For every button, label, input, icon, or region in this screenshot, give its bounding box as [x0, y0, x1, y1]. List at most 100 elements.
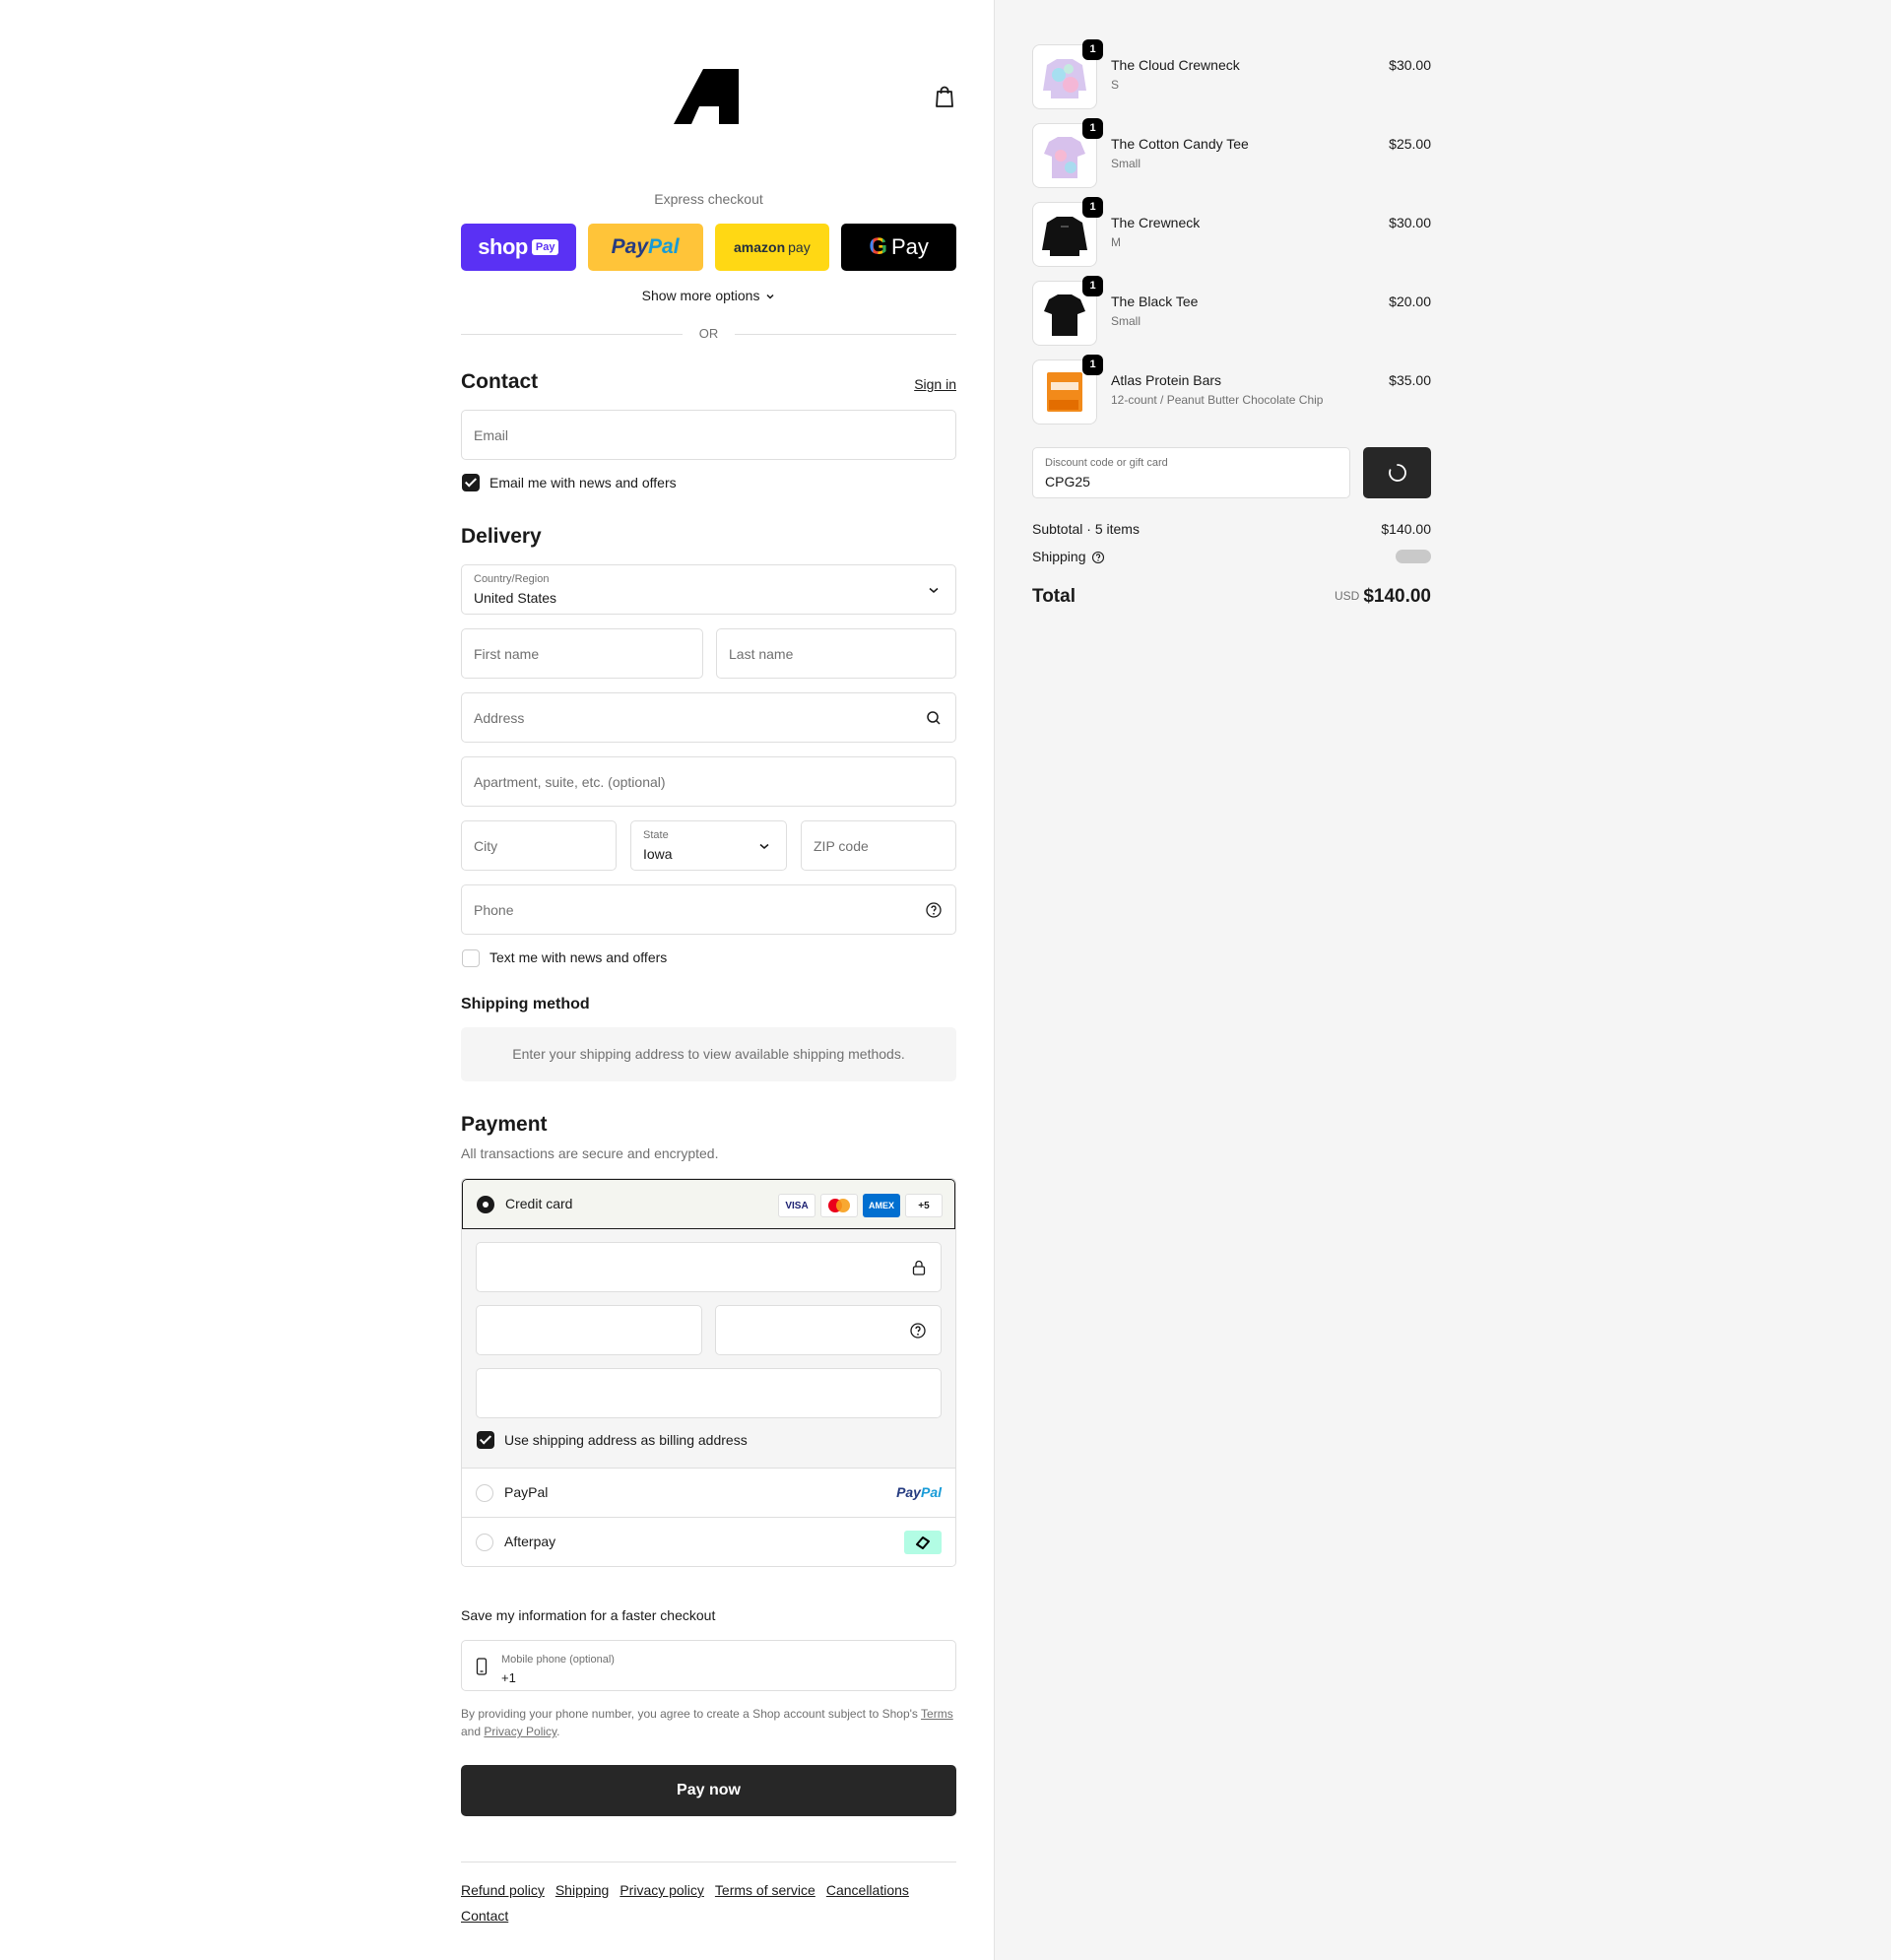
shop-pay-badge: Pay — [531, 239, 559, 255]
zip-field[interactable]: ZIP code — [801, 820, 956, 871]
text-news-checkbox[interactable] — [462, 949, 480, 967]
lock-icon — [912, 1260, 926, 1275]
mobile-phone-value: +1 — [501, 1670, 516, 1685]
product-variant: M — [1111, 235, 1121, 249]
save-info-title: Save my information for a faster checkou… — [461, 1607, 716, 1623]
paypal-logo: PayPal — [896, 1484, 942, 1500]
first-name-field[interactable]: First name — [461, 628, 703, 679]
refund-policy-link[interactable]: Refund policy — [461, 1882, 545, 1898]
show-more-label: Show more options — [641, 288, 760, 303]
billing-same-checkbox[interactable] — [477, 1431, 494, 1449]
payment-subtitle: All transactions are secure and encrypte… — [461, 1145, 719, 1161]
help-circle-icon[interactable] — [925, 901, 943, 919]
currency-code: USD — [1334, 589, 1360, 603]
contact-link[interactable]: Contact — [461, 1908, 508, 1924]
privacy-policy-link[interactable]: Privacy Policy — [484, 1725, 556, 1738]
privacy-policy-footer-link[interactable]: Privacy policy — [619, 1882, 704, 1898]
apartment-field[interactable]: Apartment, suite, etc. (optional) — [461, 756, 956, 807]
email-news-label: Email me with news and offers — [489, 475, 677, 490]
product-thumbnail: 1 — [1032, 355, 1103, 425]
product-price: $35.00 — [1389, 372, 1431, 388]
afterpay-radio[interactable] — [476, 1534, 493, 1551]
product-variant: Small — [1111, 314, 1141, 328]
shop-pay-wordmark: shop — [478, 234, 528, 259]
product-name: Atlas Protein Bars — [1111, 372, 1222, 388]
state-value: Iowa — [643, 846, 673, 862]
text-news-label: Text me with news and offers — [489, 949, 668, 965]
sign-in-link[interactable]: Sign in — [906, 376, 956, 392]
email-placeholder: Email — [474, 427, 509, 443]
name-on-card-field[interactable] — [476, 1368, 942, 1418]
shopping-bag-icon[interactable] — [934, 85, 955, 108]
zip-placeholder: ZIP code — [814, 838, 869, 854]
chevron-down-icon — [929, 587, 939, 593]
phone-field[interactable]: Phone — [461, 884, 956, 935]
line-item: 1 The Cotton Candy Tee Small $25.00 — [1032, 118, 1431, 188]
discount-label: Discount code or gift card — [1045, 457, 1168, 469]
line-item: 1 The Crewneck M $30.00 — [1032, 197, 1431, 267]
legal-text-end: . — [556, 1725, 560, 1738]
terms-of-service-link[interactable]: Terms of service — [715, 1882, 815, 1898]
product-variant: S — [1111, 78, 1120, 92]
card-number-field[interactable] — [476, 1242, 942, 1292]
or-text: OR — [698, 326, 719, 341]
shipping-policy-link[interactable]: Shipping — [555, 1882, 610, 1898]
product-price: $25.00 — [1389, 136, 1431, 152]
amazon-pay-text: pay — [788, 239, 811, 255]
google-pay-button[interactable]: G Pay — [841, 224, 956, 271]
discount-code-field[interactable]: Discount code or gift card CPG25 — [1032, 447, 1350, 498]
email-field[interactable]: Email — [461, 410, 956, 460]
help-circle-icon[interactable] — [909, 1322, 927, 1339]
paypal-logo-part1: Pay — [896, 1484, 921, 1500]
pay-now-button[interactable]: Pay now — [461, 1765, 956, 1816]
total-amount: USD $140.00 — [1335, 586, 1431, 608]
shop-pay-button[interactable]: shop Pay — [461, 224, 576, 271]
city-placeholder: City — [474, 838, 498, 854]
product-price: $30.00 — [1389, 57, 1431, 73]
mastercard-icon — [820, 1194, 858, 1217]
product-thumbnail: 1 — [1032, 276, 1103, 346]
express-checkout-title: Express checkout — [654, 191, 763, 207]
address-placeholder: Address — [474, 710, 525, 726]
product-thumbnail: 1 — [1032, 118, 1103, 188]
mobile-phone-field[interactable]: Mobile phone (optional) +1 — [461, 1640, 956, 1691]
express-checkout-buttons: shop Pay Pay Pal amazon pay G Pay — [461, 224, 956, 271]
subtotal-value: $140.00 — [1381, 521, 1431, 537]
address-field[interactable]: Address — [461, 692, 956, 743]
product-name: The Black Tee — [1111, 294, 1199, 309]
country-select[interactable]: Country/Region United States — [461, 564, 956, 615]
loading-spinner-icon — [1389, 464, 1406, 482]
shipping-row: Shipping — [1032, 549, 1431, 564]
chevron-down-icon — [759, 843, 769, 849]
store-logo[interactable] — [674, 69, 739, 124]
shop-legal-text: By providing your phone number, you agre… — [461, 1705, 956, 1740]
paypal-express-button[interactable]: Pay Pal — [587, 224, 703, 271]
cancellations-link[interactable]: Cancellations — [826, 1882, 909, 1898]
afterpay-option[interactable]: Afterpay — [462, 1517, 955, 1566]
credit-card-radio[interactable] — [477, 1196, 494, 1213]
apply-discount-button[interactable] — [1363, 447, 1431, 498]
email-news-checkbox[interactable] — [462, 474, 480, 491]
line-item: 1 Atlas Protein Bars 12-count / Peanut B… — [1032, 355, 1431, 425]
product-name: The Crewneck — [1111, 215, 1201, 230]
state-select[interactable]: State Iowa — [630, 820, 787, 871]
shipping-label: Shipping — [1032, 549, 1086, 564]
security-code-field[interactable] — [715, 1305, 942, 1355]
terms-link[interactable]: Terms — [921, 1707, 953, 1721]
product-variant: Small — [1111, 157, 1141, 170]
paypal-radio[interactable] — [476, 1484, 493, 1502]
footer-links: Refund policy Shipping Privacy policy Terms… — [461, 1877, 956, 1928]
legal-text-start: By providing your phone number, you agre… — [461, 1707, 922, 1721]
paypal-option[interactable]: PayPal PayPal — [462, 1468, 955, 1518]
last-name-field[interactable]: Last name — [716, 628, 956, 679]
show-more-options-link[interactable]: Show more options — [461, 288, 956, 303]
city-field[interactable]: City — [461, 820, 617, 871]
expiry-field[interactable] — [476, 1305, 702, 1355]
product-name: The Cloud Crewneck — [1111, 57, 1240, 73]
subtotal-label: Subtotal · 5 items — [1032, 521, 1140, 537]
product-price: $30.00 — [1389, 215, 1431, 230]
help-circle-icon[interactable] — [1091, 551, 1105, 564]
product-name: The Cotton Candy Tee — [1111, 136, 1249, 152]
credit-card-option[interactable]: Credit card VISA AMEX +5 — [462, 1179, 955, 1229]
amazon-pay-button[interactable]: amazon pay — [714, 224, 830, 271]
